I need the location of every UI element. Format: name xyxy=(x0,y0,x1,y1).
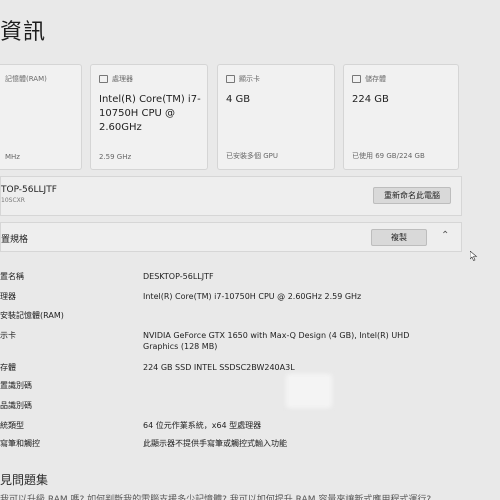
faq-section-title: 見問題集 xyxy=(0,473,49,487)
processor-icon xyxy=(99,75,108,83)
display-icon xyxy=(226,75,235,83)
spec-label: 品識別碼 xyxy=(0,401,32,410)
spec-value: Intel(R) Core(TM) i7-10750H CPU @ 2.60GH… xyxy=(143,292,362,301)
storage-card: 儲存體 224 GB 已使用 69 GB/224 GB xyxy=(343,64,459,170)
specs-title: 置規格 xyxy=(1,235,29,245)
spec-label: 置識別碼 xyxy=(0,381,32,390)
spec-label: 示卡 xyxy=(0,331,16,340)
processor-card: 處理器 Intel(R) Core(TM) i7-10750H CPU @ 2.… xyxy=(90,64,208,170)
card-footer: MHz xyxy=(5,153,20,161)
card-label: 記憶體(RAM) xyxy=(5,75,47,83)
device-specs-header[interactable]: 置規格 複製 ⌃ xyxy=(0,222,462,252)
card-footer: 已安裝多個 GPU xyxy=(226,152,278,160)
faq-link[interactable]: 我可以升級 RAM 嗎? 如何判斷我的電腦支援多少記憶體? 我可以如何提升 RA… xyxy=(0,492,431,500)
spec-value: DESKTOP-56LLJTF xyxy=(143,272,214,281)
card-value: 4 GB xyxy=(226,94,251,105)
spec-value: 224 GB SSD INTEL SSDSC2BW240A3L xyxy=(143,363,295,372)
storage-icon xyxy=(352,75,361,83)
spec-label: 存體 xyxy=(0,363,16,372)
card-value: Intel(R) Core(TM) i7-10750H CPU @ 2.60GH… xyxy=(99,94,201,133)
redacted-device-id xyxy=(286,374,332,408)
display-card: 顯示卡 4 GB 已安裝多個 GPU xyxy=(217,64,335,170)
device-model: 10SCXR xyxy=(1,197,25,204)
spec-value: NVIDIA GeForce GTX 1650 with Max-Q Desig… xyxy=(143,331,410,351)
spec-value: 64 位元作業系統，x64 型處理器 xyxy=(143,421,262,430)
page-title: 資訊 xyxy=(0,20,47,45)
card-footer: 已使用 69 GB/224 GB xyxy=(352,152,425,160)
memory-card: 記憶體(RAM) MHz xyxy=(0,64,82,170)
spec-label: 理器 xyxy=(0,292,16,301)
spec-label: 寫筆和觸控 xyxy=(0,439,40,448)
card-label: 顯示卡 xyxy=(239,75,260,83)
copy-button[interactable]: 複製 xyxy=(371,229,427,246)
spec-label: 安裝記憶體(RAM) xyxy=(0,311,64,320)
device-name: TOP-56LLJTF xyxy=(1,185,57,195)
card-label: 儲存體 xyxy=(365,75,386,83)
card-footer: 2.59 GHz xyxy=(99,153,132,161)
rename-pc-button[interactable]: 重新命名此電腦 xyxy=(373,187,451,204)
mouse-cursor-icon xyxy=(470,251,478,261)
chevron-up-icon[interactable]: ⌃ xyxy=(441,230,449,241)
spec-label: 置名稱 xyxy=(0,272,24,281)
card-value: 224 GB xyxy=(352,94,389,105)
spec-label: 統類型 xyxy=(0,421,24,430)
spec-value: 此顯示器不提供手寫筆或觸控式輸入功能 xyxy=(143,439,287,448)
device-name-band: TOP-56LLJTF 10SCXR 重新命名此電腦 xyxy=(0,176,462,216)
card-label: 處理器 xyxy=(112,75,133,83)
